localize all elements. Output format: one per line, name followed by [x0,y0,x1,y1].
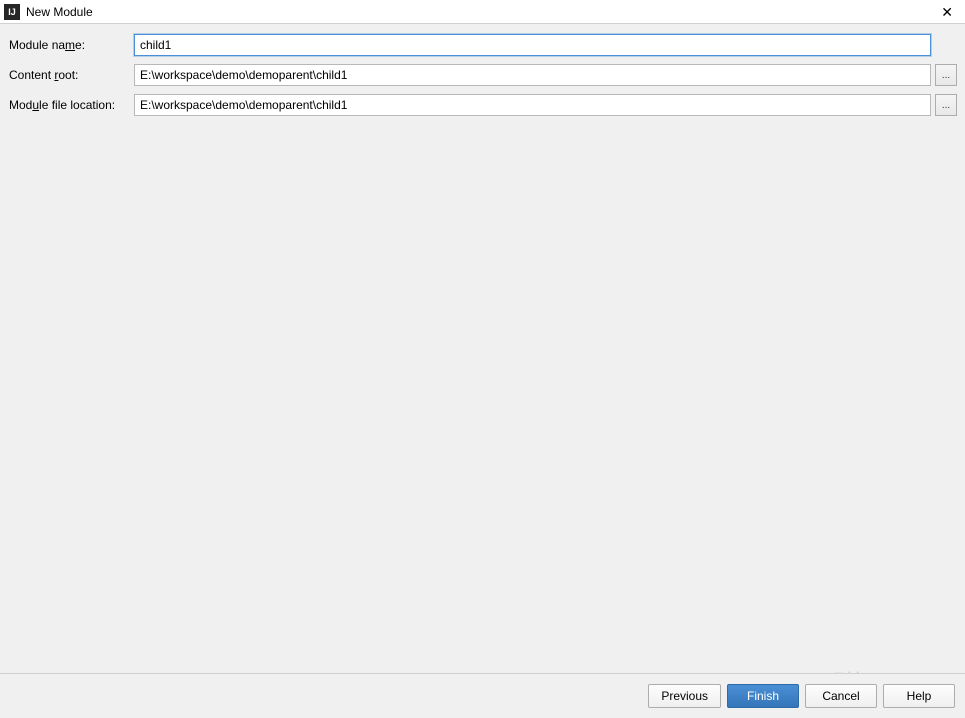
window-title: New Module [26,5,93,19]
content-root-label: Content root: [8,68,130,82]
module-name-row: Module name: [8,34,957,56]
content-root-row: Content root: ... [8,64,957,86]
content-root-browse-button[interactable]: ... [935,64,957,86]
previous-button[interactable]: Previous [648,684,721,708]
module-name-label: Module name: [8,38,130,52]
help-button[interactable]: Help [883,684,955,708]
app-icon: IJ [4,4,20,20]
titlebar: IJ New Module ✕ [0,0,965,24]
module-file-location-row: Module file location: ... [8,94,957,116]
close-icon[interactable]: ✕ [935,2,959,22]
footer: Previous Finish Cancel Help [0,673,965,718]
finish-button[interactable]: Finish [727,684,799,708]
form-area: Module name: Content root: ... Module fi… [0,24,965,134]
module-file-location-label: Module file location: [8,98,130,112]
content-root-input[interactable] [134,64,931,86]
cancel-button[interactable]: Cancel [805,684,877,708]
module-file-location-browse-button[interactable]: ... [935,94,957,116]
module-name-input[interactable] [134,34,931,56]
module-file-location-input[interactable] [134,94,931,116]
